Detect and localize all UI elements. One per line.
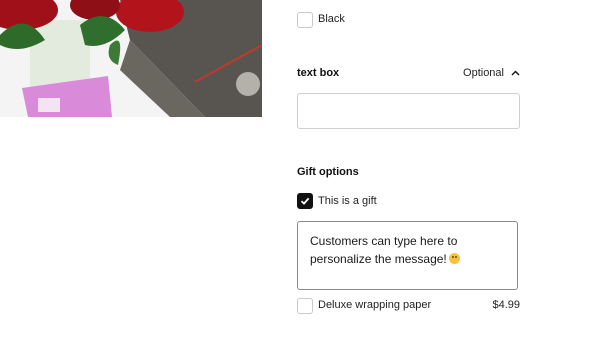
gift-message-textarea[interactable]: Customers can type here to personalize t… bbox=[297, 221, 518, 290]
chevron-up-icon bbox=[511, 67, 520, 79]
checkmark-icon bbox=[300, 197, 310, 205]
wrapping-paper-price: $4.99 bbox=[492, 299, 520, 311]
wrapping-paper-checkbox[interactable] bbox=[297, 298, 313, 314]
is-gift-label: This is a gift bbox=[318, 195, 377, 207]
is-gift-checkbox[interactable] bbox=[297, 193, 313, 209]
product-image bbox=[0, 0, 262, 117]
black-checkbox[interactable] bbox=[297, 12, 313, 28]
text-box-input[interactable] bbox=[297, 93, 520, 129]
text-box-title: text box bbox=[297, 67, 340, 79]
wrapping-paper-label: Deluxe wrapping paper bbox=[318, 299, 432, 311]
black-option-label: Black bbox=[318, 13, 345, 25]
optional-toggle[interactable]: Optional bbox=[463, 67, 520, 79]
smiling-face-icon bbox=[448, 253, 460, 264]
optional-label: Optional bbox=[463, 67, 504, 79]
gift-options-title: Gift options bbox=[297, 166, 359, 178]
gift-message-text: Customers can type here to personalize t… bbox=[310, 234, 458, 266]
